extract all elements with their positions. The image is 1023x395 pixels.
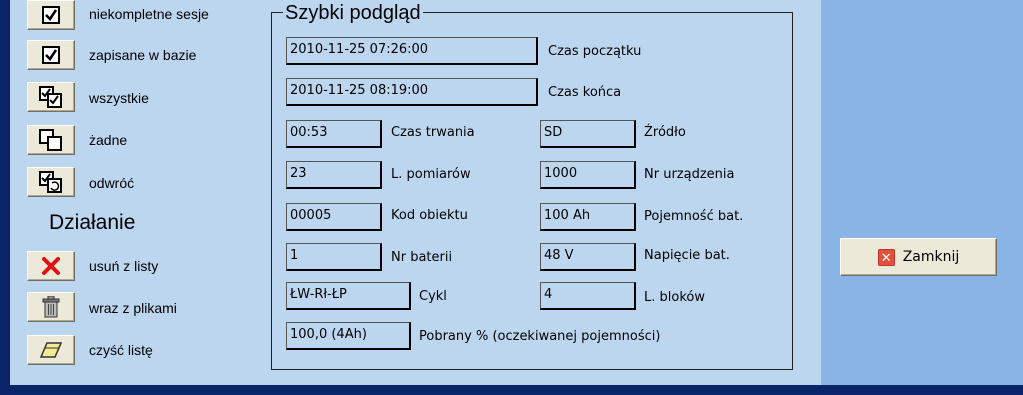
- battery-capacity-label: Pojemność bat.: [644, 209, 744, 224]
- select-none-label: żadne: [89, 132, 128, 148]
- select-all-icon: [39, 86, 63, 108]
- battery-no-label: Nr baterii: [391, 250, 453, 265]
- battery-no-field: 1: [286, 243, 382, 271]
- close-button[interactable]: ✕ Zamknij: [840, 238, 997, 276]
- eraser-icon: [40, 342, 62, 358]
- select-saved-in-db-button[interactable]: [27, 40, 75, 70]
- source-label: Źródło: [644, 125, 686, 140]
- action-heading: Działanie: [49, 211, 136, 234]
- measurements-field: 23: [286, 161, 382, 189]
- invert-selection-button[interactable]: [27, 167, 75, 197]
- close-icon: ✕: [877, 248, 895, 266]
- incomplete-sessions-label: niekompletne sesje: [89, 6, 209, 22]
- quick-preview-title: Szybki podgląd: [283, 1, 423, 25]
- delete-with-files-button[interactable]: [27, 292, 75, 322]
- battery-capacity-field: 100 Ah: [540, 203, 636, 231]
- delete-x-icon: [41, 256, 61, 276]
- clear-list-button[interactable]: [27, 335, 75, 365]
- invert-selection-icon: [39, 171, 63, 193]
- cycle-label: Cykl: [419, 289, 447, 304]
- duration-field: 00:53: [286, 120, 382, 148]
- quick-preview-frame: [271, 12, 793, 370]
- checkbox-checked-icon: [41, 45, 61, 65]
- drawn-percent-label: Pobrany % (oczekiwanej pojemności): [419, 329, 661, 344]
- right-bar: [821, 0, 1023, 385]
- remove-from-list-label: usuń z listy: [89, 258, 159, 274]
- object-code-label: Kod obiektu: [391, 208, 468, 223]
- source-field: SD: [540, 120, 636, 148]
- select-none-icon: [39, 129, 63, 151]
- close-button-label: Zamknij: [902, 249, 960, 265]
- checkbox-checked-icon: [41, 5, 61, 25]
- delete-with-files-label: wraz z plikami: [89, 300, 177, 316]
- remove-from-list-button[interactable]: [27, 251, 75, 281]
- trash-icon: [42, 296, 60, 318]
- measurements-label: L. pomiarów: [391, 167, 471, 182]
- end-time-field: 2010-11-25 08:19:00: [286, 78, 538, 106]
- select-incomplete-sessions-button[interactable]: [27, 0, 75, 30]
- battery-voltage-field: 48 V: [540, 243, 636, 271]
- bottom-border: [0, 385, 1023, 395]
- blocks-label: L. bloków: [644, 290, 705, 305]
- saved-in-db-label: zapisane w bazie: [89, 47, 197, 63]
- object-code-field: 00005: [286, 203, 382, 231]
- device-no-label: Nr urządzenia: [644, 167, 735, 182]
- cycle-field: ŁW-Rł-ŁP: [286, 282, 411, 310]
- select-all-button[interactable]: [27, 82, 75, 112]
- end-time-label: Czas końca: [548, 85, 622, 100]
- duration-label: Czas trwania: [391, 125, 475, 140]
- drawn-percent-field: 100,0 (4Ah): [286, 322, 411, 350]
- clear-list-label: czyść listę: [89, 342, 153, 358]
- device-no-field: 1000: [540, 161, 636, 189]
- select-all-label: wszystkie: [89, 90, 149, 106]
- battery-voltage-label: Napięcie bat.: [644, 248, 730, 263]
- start-time-label: Czas początku: [548, 44, 642, 59]
- invert-selection-label: odwróć: [89, 175, 135, 191]
- select-none-button[interactable]: [27, 125, 75, 155]
- blocks-field: 4: [540, 282, 636, 310]
- start-time-field: 2010-11-25 07:26:00: [286, 37, 538, 65]
